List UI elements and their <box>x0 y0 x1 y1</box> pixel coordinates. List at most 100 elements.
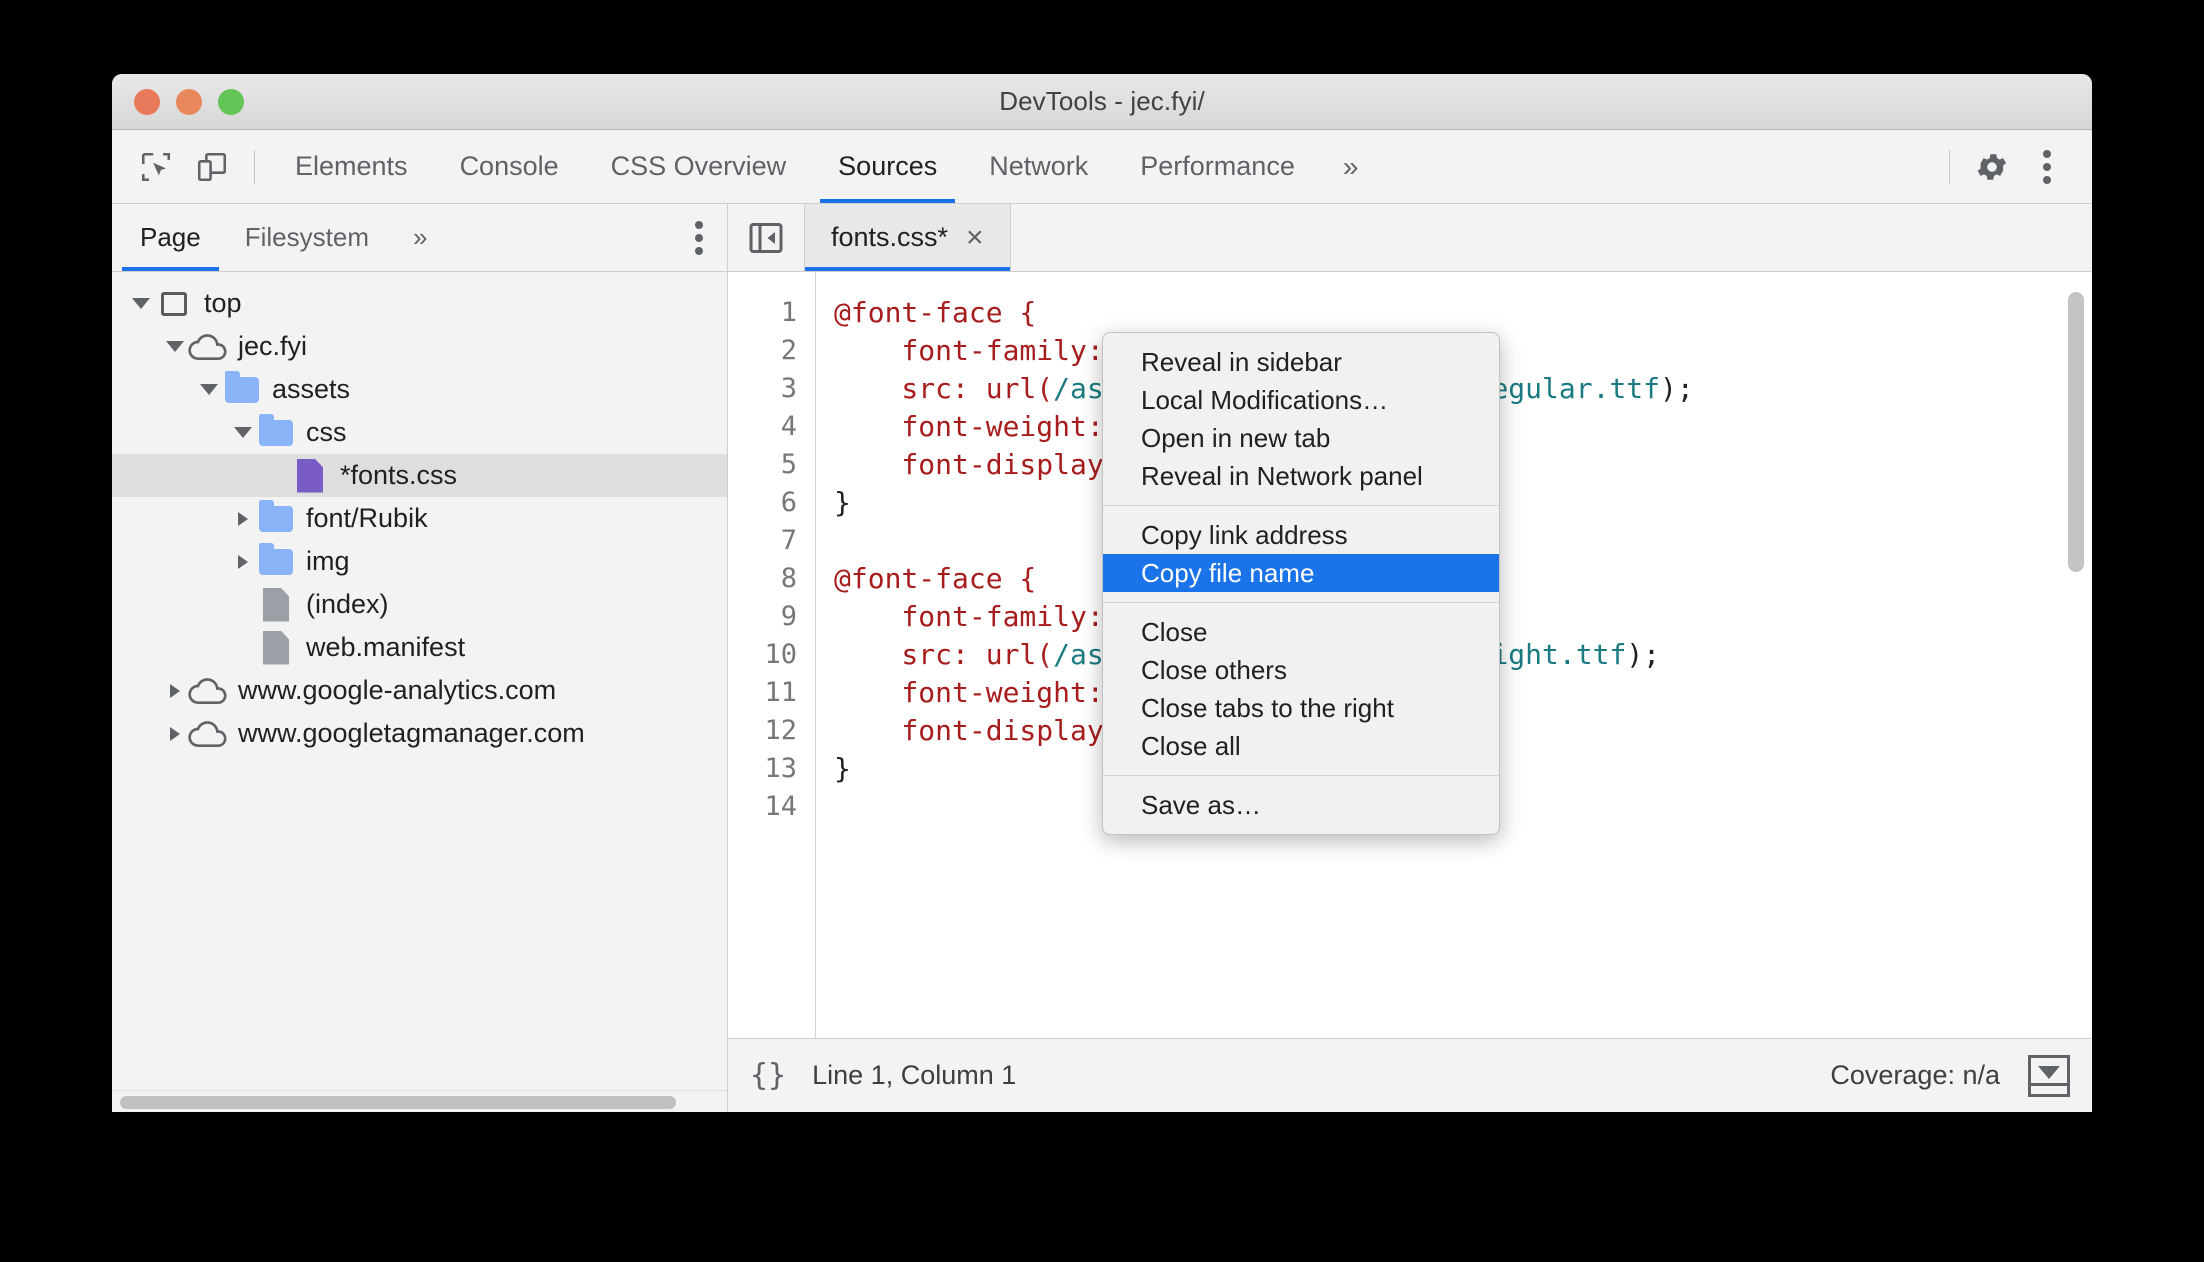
code-token: } <box>834 486 851 519</box>
tree-item-font-rubik[interactable]: font/Rubik <box>112 497 727 540</box>
tab-label: Elements <box>295 151 408 181</box>
panel-tabs: Elements Console CSS Overview Sources Ne… <box>269 130 1380 203</box>
kebab-menu-icon[interactable] <box>2020 141 2076 193</box>
main-toolbar: Elements Console CSS Overview Sources Ne… <box>112 130 2092 204</box>
navigator-hscrollbar[interactable] <box>112 1090 727 1112</box>
nav-more-chevron-icon[interactable]: » <box>391 204 449 271</box>
menu-item-close-tabs-to-the-right[interactable]: Close tabs to the right <box>1103 689 1499 727</box>
menu-divider <box>1103 505 1499 506</box>
menu-item-copy-file-name[interactable]: Copy file name <box>1103 554 1499 592</box>
frame-icon <box>154 291 194 316</box>
chevron-right-icon[interactable] <box>162 721 188 747</box>
cursor-position: Line 1, Column 1 <box>812 1060 1017 1090</box>
editor-tabstrip: fonts.css* × <box>728 204 2092 272</box>
menu-item-reveal-in-network-panel[interactable]: Reveal in Network panel <box>1103 457 1499 495</box>
editor-vscrollbar-thumb[interactable] <box>2068 292 2084 572</box>
code-token: } <box>834 752 851 785</box>
menu-item-copy-link-address[interactable]: Copy link address <box>1103 516 1499 554</box>
device-toolbar-icon[interactable] <box>184 141 240 193</box>
chevron-down-icon[interactable] <box>128 291 154 317</box>
inspect-element-icon[interactable] <box>128 141 184 193</box>
menu-item-close[interactable]: Close <box>1103 613 1499 651</box>
show-navigator-icon[interactable] <box>728 204 804 271</box>
chevron-right-icon[interactable] <box>162 678 188 704</box>
tab-css-overview[interactable]: CSS Overview <box>585 130 813 203</box>
tree-item-label: *fonts.css <box>340 460 458 490</box>
tree-item-index[interactable]: (index) <box>112 583 727 626</box>
pretty-print-icon[interactable]: {} <box>750 1058 786 1093</box>
line-number: 11 <box>764 677 797 708</box>
tree-item-label: www.googletagmanager.com <box>238 718 585 748</box>
devtools-window: DevTools - jec.fyi/ Elements Console CSS… <box>112 74 2092 1112</box>
css-file-icon <box>290 458 330 493</box>
menu-divider <box>1103 775 1499 776</box>
navigator-kebab-menu-icon[interactable] <box>695 220 705 255</box>
code-token: src: url( <box>834 372 1054 405</box>
tree-item-googletagmanager[interactable]: www.googletagmanager.com <box>112 712 727 755</box>
cloud-icon <box>188 719 228 749</box>
tab-context-menu[interactable]: Reveal in sidebar Local Modifications… O… <box>1102 332 1500 835</box>
tree-item-css[interactable]: css <box>112 411 727 454</box>
coverage-status: Coverage: n/a <box>1830 1060 2000 1090</box>
code-token: src: url( <box>834 638 1054 671</box>
chevron-right-icon[interactable] <box>230 506 256 532</box>
line-number: 5 <box>780 449 797 480</box>
editor-tab-label: fonts.css* <box>831 222 949 252</box>
editor-tab-fonts-css[interactable]: fonts.css* × <box>804 204 1011 271</box>
toolbar-right <box>1935 130 2092 203</box>
tree-item-label: font/Rubik <box>306 503 428 533</box>
folder-icon <box>222 370 262 403</box>
nav-tab-filesystem[interactable]: Filesystem <box>223 204 391 271</box>
navigator-hscrollbar-thumb[interactable] <box>120 1096 676 1109</box>
tab-network[interactable]: Network <box>963 130 1114 203</box>
line-number: 12 <box>764 715 797 746</box>
menu-item-close-others[interactable]: Close others <box>1103 651 1499 689</box>
chevron-right-icon[interactable] <box>230 549 256 575</box>
menu-item-reveal-in-sidebar[interactable]: Reveal in sidebar <box>1103 343 1499 381</box>
tree-item-top[interactable]: top <box>112 282 727 325</box>
menu-item-close-all[interactable]: Close all <box>1103 727 1499 765</box>
tree-item-web-manifest[interactable]: web.manifest <box>112 626 727 669</box>
nav-tab-page[interactable]: Page <box>118 204 223 271</box>
tree-item-google-analytics[interactable]: www.google-analytics.com <box>112 669 727 712</box>
nav-more-label: » <box>412 222 428 252</box>
menu-divider <box>1103 602 1499 603</box>
tree-item-jec-fyi[interactable]: jec.fyi <box>112 325 727 368</box>
menu-item-open-in-new-tab[interactable]: Open in new tab <box>1103 419 1499 457</box>
chevron-down-icon[interactable] <box>196 377 222 403</box>
more-tabs-label: » <box>1342 150 1359 182</box>
tree-item-label: jec.fyi <box>238 331 308 361</box>
tree-item-fonts-css[interactable]: *fonts.css <box>112 454 727 497</box>
line-number: 9 <box>780 601 797 632</box>
show-drawer-icon[interactable] <box>2028 1054 2070 1097</box>
tab-label: Network <box>989 151 1089 181</box>
file-tree: top jec.fyi assets css *fonts.css font/R… <box>112 272 727 1112</box>
close-icon[interactable]: × <box>966 222 984 253</box>
menu-item-save-as[interactable]: Save as… <box>1103 786 1499 824</box>
folder-icon <box>256 413 296 446</box>
chevron-down-icon[interactable] <box>230 420 256 446</box>
menu-item-local-modifications[interactable]: Local Modifications… <box>1103 381 1499 419</box>
navigator-pane: Page Filesystem » top jec.fyi assets css… <box>112 204 728 1112</box>
code-token: @font-face { <box>834 296 1037 329</box>
more-tabs-chevron-icon[interactable]: » <box>1321 130 1381 203</box>
tab-console[interactable]: Console <box>434 130 585 203</box>
tab-elements[interactable]: Elements <box>269 130 434 203</box>
code-token: ); <box>1626 638 1661 671</box>
chevron-down-icon[interactable] <box>162 334 188 360</box>
tab-label: Console <box>459 151 559 181</box>
window-titlebar: DevTools - jec.fyi/ <box>112 74 2092 130</box>
gear-icon[interactable] <box>1964 141 2020 193</box>
tree-item-assets[interactable]: assets <box>112 368 727 411</box>
window-title: DevTools - jec.fyi/ <box>999 86 1205 116</box>
tab-sources[interactable]: Sources <box>812 130 963 203</box>
tab-performance[interactable]: Performance <box>1114 130 1321 203</box>
tree-item-img[interactable]: img <box>112 540 727 583</box>
tree-item-label: css <box>306 417 347 447</box>
tab-label: Sources <box>838 151 938 181</box>
line-number: 7 <box>780 525 797 556</box>
folder-icon <box>256 499 296 532</box>
